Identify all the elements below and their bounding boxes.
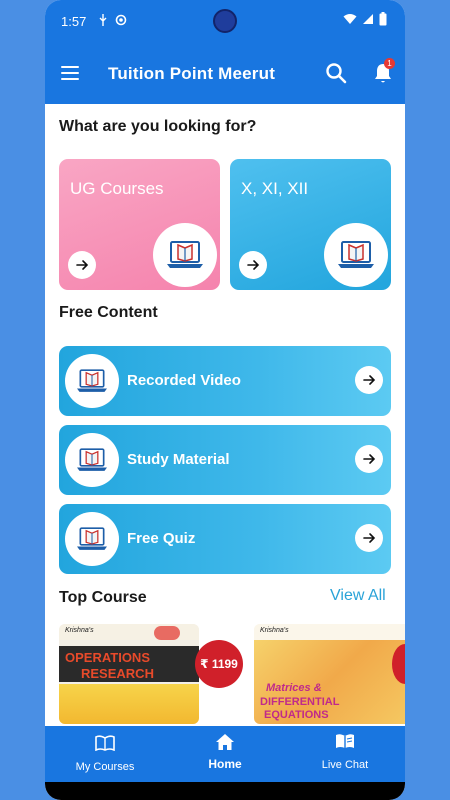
category-card-ug-courses[interactable]: UG Courses (59, 159, 220, 290)
data-saver-icon (115, 14, 127, 29)
search-icon[interactable] (324, 61, 348, 85)
book-title-line1: Matrices & (266, 682, 322, 694)
price-badge: ₹ 1199 (195, 640, 243, 688)
nav-label: Home (208, 757, 242, 771)
camera-cutout (213, 9, 237, 33)
laptop-book-icon (65, 433, 119, 487)
book-logo (154, 626, 180, 640)
arrow-right-icon (68, 251, 96, 279)
free-content-free-quiz[interactable]: Free Quiz (59, 504, 391, 574)
status-time: 1:57 (61, 14, 87, 29)
book-title-line3: EQUATIONS (264, 709, 329, 721)
system-navigation-bar (45, 782, 405, 800)
free-content-label: Free Quiz (127, 530, 196, 547)
nav-label: Live Chat (321, 759, 369, 771)
free-content-label: Recorded Video (127, 372, 241, 389)
course-card-operations-research[interactable]: Krishna's OPERATIONS RESEARCH (59, 624, 199, 724)
laptop-book-icon (65, 512, 119, 566)
section-title-looking-for: What are you looking for? (59, 118, 257, 135)
category-label: UG Courses (70, 179, 164, 198)
app-bar: Tuition Point Meerut 1 (45, 44, 405, 104)
nav-my-courses[interactable]: My Courses (45, 726, 165, 782)
status-bar: 1:57 (45, 0, 405, 44)
free-content-label: Study Material (127, 451, 230, 468)
view-all-link[interactable]: View All (330, 587, 386, 605)
laptop-book-icon (324, 223, 388, 287)
free-content-recorded-video[interactable]: Recorded Video (59, 346, 391, 416)
laptop-book-icon (65, 354, 119, 408)
course-card-matrices-differential-equations[interactable]: Krishna's Matrices & DIFFERENTIAL EQUATI… (254, 624, 405, 724)
laptop-book-icon (153, 223, 217, 287)
book-series-label: Krishna's (260, 627, 289, 634)
main-content: What are you looking for? UG Courses X, … (45, 104, 405, 726)
category-card-x-xi-xii[interactable]: X, XI, XII (230, 159, 391, 290)
book-title-line2: RESEARCH (81, 666, 154, 681)
section-title-top-course: Top Course (59, 589, 147, 606)
book-cover-bottom (59, 684, 199, 724)
app-title: Tuition Point Meerut (108, 64, 276, 83)
phone-screen: 1:57 Tuition Point Meerut 1 What are you… (45, 0, 405, 800)
home-icon (215, 733, 235, 751)
nav-label: My Courses (75, 761, 135, 773)
nav-home[interactable]: Home (165, 726, 285, 782)
notification-bell-icon[interactable]: 1 (371, 58, 395, 85)
wifi-icon (343, 13, 357, 28)
section-title-free-content: Free Content (59, 304, 158, 321)
free-content-study-material[interactable]: Study Material (59, 425, 391, 495)
arrow-right-icon (355, 445, 383, 473)
book-title-line1: OPERATIONS (65, 650, 150, 665)
arrow-right-icon (239, 251, 267, 279)
signal-icon (362, 13, 374, 28)
arrow-right-icon (355, 524, 383, 552)
book-title-line2: DIFFERENTIAL (260, 696, 340, 708)
category-label: X, XI, XII (241, 179, 309, 198)
usb-icon (98, 14, 108, 29)
book-series-label: Krishna's (65, 627, 94, 634)
book-open-icon (95, 735, 115, 753)
book-chat-icon (335, 733, 355, 751)
nav-live-chat[interactable]: Live Chat (285, 726, 405, 782)
arrow-right-icon (355, 366, 383, 394)
bottom-navigation: My Courses Home Live Chat (45, 726, 405, 782)
notification-badge: 1 (384, 58, 395, 69)
menu-icon[interactable] (61, 66, 79, 80)
battery-icon (379, 12, 387, 29)
